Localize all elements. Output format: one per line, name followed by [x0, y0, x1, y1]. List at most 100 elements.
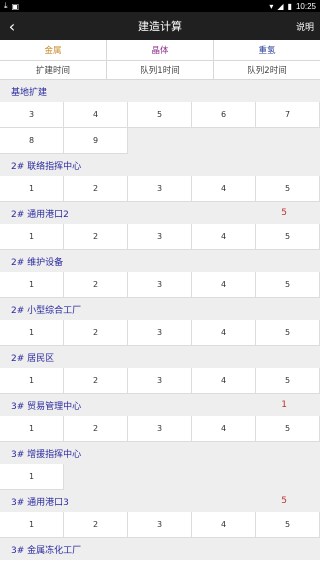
level-cell[interactable]: 8: [0, 128, 64, 154]
building-section: 基地扩建 3 4 5 6 7 8 9: [0, 80, 320, 154]
signal-icon: ◢: [277, 1, 284, 11]
level-cell[interactable]: 5: [256, 272, 320, 298]
level-row: 12345: [0, 368, 320, 394]
section-header[interactable]: 3# 贸易管理中心 1: [0, 394, 320, 416]
level-badge: 1: [281, 400, 287, 410]
level-cell[interactable]: 7: [256, 102, 320, 128]
section-header[interactable]: 2# 小型综合工厂: [0, 298, 320, 320]
app-bar: ‹ 建造计算 说明: [0, 12, 320, 40]
status-time: 10:25: [295, 1, 316, 11]
level-row: 1: [0, 464, 320, 490]
section-header[interactable]: 3# 通用港口3 5: [0, 490, 320, 512]
building-section: 3# 通用港口3 5 1 2 3 4 5: [0, 490, 320, 538]
building-section: 3# 金属冻化工厂: [0, 538, 320, 560]
level-cell[interactable]: 4: [192, 368, 256, 394]
building-section: 2# 维护设备 1 2 3 4 5: [0, 250, 320, 298]
wifi-icon: ▾: [269, 1, 274, 11]
level-cell[interactable]: 5: [256, 368, 320, 394]
section-title: 2# 通用港口2: [11, 209, 69, 220]
section-header[interactable]: 2# 通用港口2 5: [0, 202, 320, 224]
level-cell[interactable]: 2: [64, 368, 128, 394]
empty-cell: [64, 464, 128, 490]
image-icon: ▣: [11, 1, 20, 11]
section-title: 3# 增援指挥中心: [11, 449, 82, 460]
help-button[interactable]: 说明: [296, 20, 314, 33]
status-bar: ⤓ ▣ ▾ ◢ ▮ 10:25: [0, 0, 320, 12]
level-row: 12345: [0, 320, 320, 346]
level-cell[interactable]: 5: [256, 512, 320, 538]
level-cell[interactable]: 1: [0, 320, 64, 346]
level-cell[interactable]: 4: [192, 416, 256, 442]
tab-metal[interactable]: 金属: [0, 40, 106, 60]
level-row: 34567: [0, 102, 320, 128]
page-title: 建造计算: [138, 20, 182, 33]
level-cell[interactable]: 9: [64, 128, 128, 154]
level-cell[interactable]: 3: [128, 224, 192, 250]
level-cell[interactable]: 1: [0, 464, 64, 490]
level-cell[interactable]: 5: [256, 320, 320, 346]
level-row: 12345: [0, 176, 320, 202]
section-title: 2# 维护设备: [11, 257, 64, 268]
level-cell[interactable]: 1: [0, 224, 64, 250]
level-cell[interactable]: 3: [128, 512, 192, 538]
tab-queue1-time[interactable]: 队列1时间: [106, 61, 213, 79]
level-cell[interactable]: 2: [64, 224, 128, 250]
tab-crystal[interactable]: 晶体: [106, 40, 213, 60]
level-cell[interactable]: 5: [256, 176, 320, 202]
level-cell[interactable]: 3: [0, 102, 64, 128]
level-cell[interactable]: 2: [64, 272, 128, 298]
battery-icon: ▮: [287, 1, 292, 11]
level-cell[interactable]: 1: [0, 416, 64, 442]
empty-cell: [192, 464, 256, 490]
level-cell[interactable]: 2: [64, 416, 128, 442]
tab-deuterium[interactable]: 重氢: [213, 40, 320, 60]
level-cell[interactable]: 3: [128, 416, 192, 442]
level-cell[interactable]: 4: [192, 320, 256, 346]
building-section: 2# 小型综合工厂 1 2 3 4 5: [0, 298, 320, 346]
level-row: 12345: [0, 224, 320, 250]
tab-queue2-time[interactable]: 队列2时间: [213, 61, 320, 79]
section-header[interactable]: 2# 居民区: [0, 346, 320, 368]
level-cell[interactable]: 4: [192, 512, 256, 538]
section-title: 3# 通用港口3: [11, 497, 69, 508]
empty-cell: [192, 128, 256, 154]
level-cell[interactable]: 4: [192, 176, 256, 202]
section-header[interactable]: 2# 维护设备: [0, 250, 320, 272]
level-row: 12345: [0, 416, 320, 442]
section-header[interactable]: 基地扩建: [0, 80, 320, 102]
building-section: 2# 联络指挥中心 1 2 3 4 5: [0, 154, 320, 202]
level-cell[interactable]: 2: [64, 320, 128, 346]
level-cell[interactable]: 2: [64, 512, 128, 538]
level-cell[interactable]: 6: [192, 102, 256, 128]
level-cell[interactable]: 1: [0, 512, 64, 538]
section-title: 2# 联络指挥中心: [11, 161, 82, 172]
level-cell[interactable]: 5: [128, 102, 192, 128]
level-cell[interactable]: 2: [64, 176, 128, 202]
tab-expand-time[interactable]: 扩建时间: [0, 61, 106, 79]
level-badge: 5: [281, 496, 287, 506]
section-header[interactable]: 3# 金属冻化工厂: [0, 538, 320, 560]
level-row: 12345: [0, 272, 320, 298]
building-section: 2# 通用港口2 5 1 2 3 4 5: [0, 202, 320, 250]
time-tabs: 扩建时间 队列1时间 队列2时间: [0, 61, 320, 80]
level-cell[interactable]: 4: [64, 102, 128, 128]
level-cell[interactable]: 3: [128, 320, 192, 346]
building-section: 3# 贸易管理中心 1 1 2 3 4 5: [0, 394, 320, 442]
level-cell[interactable]: 4: [192, 224, 256, 250]
section-header[interactable]: 2# 联络指挥中心: [0, 154, 320, 176]
level-cell[interactable]: 4: [192, 272, 256, 298]
empty-cell: [256, 128, 320, 154]
section-header[interactable]: 3# 增援指挥中心: [0, 442, 320, 464]
level-cell[interactable]: 5: [256, 224, 320, 250]
empty-cell: [256, 464, 320, 490]
empty-cell: [128, 464, 192, 490]
level-cell[interactable]: 3: [128, 176, 192, 202]
resource-tabs: 金属 晶体 重氢: [0, 40, 320, 61]
level-cell[interactable]: 1: [0, 368, 64, 394]
level-cell[interactable]: 3: [128, 272, 192, 298]
level-cell[interactable]: 5: [256, 416, 320, 442]
level-cell[interactable]: 3: [128, 368, 192, 394]
back-button[interactable]: ‹: [0, 12, 24, 40]
level-cell[interactable]: 1: [0, 176, 64, 202]
level-cell[interactable]: 1: [0, 272, 64, 298]
